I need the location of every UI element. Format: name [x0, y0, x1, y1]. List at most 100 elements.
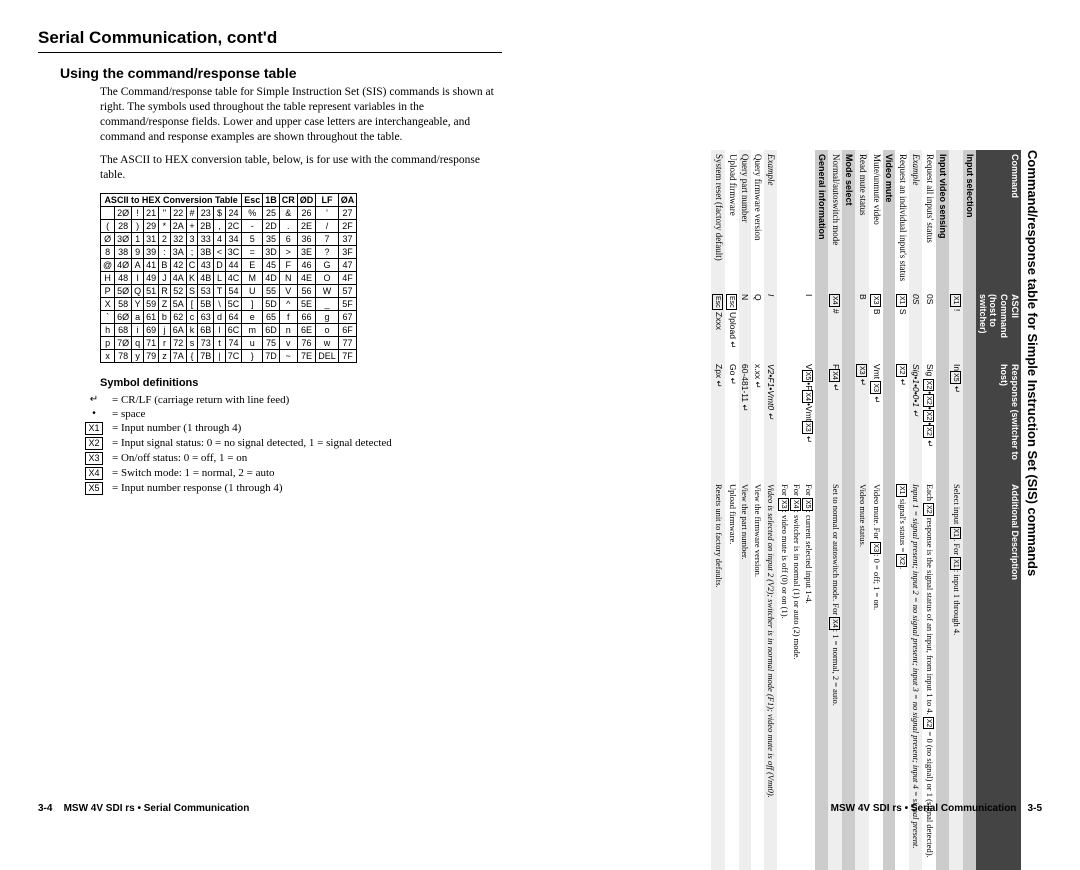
- para-1: The Command/response table for Simple In…: [100, 85, 502, 145]
- hex-cell: T: [214, 284, 226, 297]
- hex-cell: s: [186, 336, 198, 349]
- hex-cell: *: [159, 219, 171, 232]
- symbol-key: X1: [80, 421, 108, 436]
- hex-cell: 65: [263, 310, 280, 323]
- sis-response: Sig X2•X2•X2•X2 ↵: [922, 360, 936, 480]
- sis-command: Query firmware version: [751, 150, 764, 290]
- hex-cell: /: [316, 219, 339, 232]
- sis-description: Resets unit to factory defaults.: [711, 480, 725, 870]
- symbol-def: = CR/LF (carriage return with line feed): [108, 393, 396, 407]
- sis-response: Vmt X3 ↵: [869, 360, 883, 480]
- hex-cell: 62: [170, 310, 186, 323]
- hex-cell: 64: [225, 310, 242, 323]
- hex-cell: 33: [198, 232, 214, 245]
- hex-cell: z: [159, 349, 171, 362]
- hex-cell: @: [101, 258, 115, 271]
- sis-ascii: Q: [751, 290, 764, 360]
- hex-cell: 3F: [338, 245, 357, 258]
- hex-cell: 6E: [297, 323, 316, 336]
- sis-command: Read mute status: [855, 150, 869, 290]
- hex-cell: 9: [132, 245, 144, 258]
- hex-cell: 71: [144, 336, 159, 349]
- hex-cell: :: [159, 245, 171, 258]
- hex-cell: 6: [279, 232, 297, 245]
- hex-cell: R: [159, 284, 171, 297]
- hex-cell: 27: [338, 206, 357, 219]
- hex-cell: y: [132, 349, 144, 362]
- hex-cell: 79: [144, 349, 159, 362]
- hex-cell: 7F: [338, 349, 357, 362]
- sis-ascii: I: [777, 290, 815, 360]
- symbol-key: ↵: [80, 393, 108, 407]
- hex-cell: a: [132, 310, 144, 323]
- hex-cell: 4E: [297, 271, 316, 284]
- hex-cell: 34: [225, 232, 242, 245]
- sis-ascii: X3 B: [869, 290, 883, 360]
- hex-cell: 53: [198, 284, 214, 297]
- hex-cell: 6A: [170, 323, 186, 336]
- hex-cell: w: [316, 336, 339, 349]
- sis-ascii: X4 #: [828, 290, 842, 360]
- hex-cell: 4C: [225, 271, 242, 284]
- hex-cell: `: [101, 310, 115, 323]
- hex-cell: #: [186, 206, 198, 219]
- hex-cell: 22: [170, 206, 186, 219]
- hex-cell: 5F: [338, 297, 357, 310]
- hex-cell: +: [186, 219, 198, 232]
- hex-cell: 39: [144, 245, 159, 258]
- hex-cell: 44: [225, 258, 242, 271]
- hex-cell: 58: [115, 297, 132, 310]
- sis-command: Request all inputs' status: [922, 150, 936, 290]
- hex-cell: N: [279, 271, 297, 284]
- hex-cell: 54: [225, 284, 242, 297]
- hex-cell: 3B: [198, 245, 214, 258]
- hex-cell: h: [101, 323, 115, 336]
- sis-ascii: I: [764, 290, 777, 360]
- hex-cell: 52: [170, 284, 186, 297]
- hex-cell: Y: [132, 297, 144, 310]
- sis-command: [777, 150, 815, 290]
- hex-cell: 36: [297, 232, 316, 245]
- hex-cell: 4F: [338, 271, 357, 284]
- hex-cell: P: [101, 284, 115, 297]
- hex-cell: p: [101, 336, 115, 349]
- hex-cell: 2E: [297, 219, 316, 232]
- sis-response: Sig•1•0•0•1 ↵: [909, 360, 922, 480]
- hex-cell: f: [279, 310, 297, 323]
- hex-cell: 78: [115, 349, 132, 362]
- hex-cell: 73: [198, 336, 214, 349]
- hex-cell: G: [316, 258, 339, 271]
- hex-cell: 59: [144, 297, 159, 310]
- hex-cell: 67: [338, 310, 357, 323]
- sis-command: [949, 150, 963, 290]
- hex-cell: 2Ø: [115, 206, 132, 219]
- symbol-definitions-title: Symbol definitions: [100, 377, 502, 389]
- sis-command: Example: [764, 150, 777, 290]
- sis-description: View the part number.: [739, 480, 752, 870]
- sis-description: Upload firmware.: [725, 480, 739, 870]
- hex-cell: 6D: [263, 323, 280, 336]
- hex-cell: _: [316, 297, 339, 310]
- hex-cell: U: [242, 284, 263, 297]
- right-page: Command/response table for Simple Instru…: [540, 0, 1080, 834]
- sis-ascii: 0S: [922, 290, 936, 360]
- hex-cell: 29: [144, 219, 159, 232]
- hex-cell: I: [132, 271, 144, 284]
- hex-cell: n: [279, 323, 297, 336]
- hex-cell: 8: [101, 245, 115, 258]
- hex-cell: Q: [132, 284, 144, 297]
- hex-cell: 68: [115, 323, 132, 336]
- hex-cell: %: [242, 206, 263, 219]
- hex-cell: <: [214, 245, 226, 258]
- hex-cell: u: [242, 336, 263, 349]
- hex-cell: A: [132, 258, 144, 271]
- hex-cell: 5C: [225, 297, 242, 310]
- sis-response: Go ↵: [725, 360, 739, 480]
- hex-cell: 3Ø: [115, 232, 132, 245]
- hex-cell: Ø: [101, 232, 115, 245]
- hex-cell: 37: [338, 232, 357, 245]
- hex-cell: 77: [338, 336, 357, 349]
- hex-cell: g: [316, 310, 339, 323]
- hex-cell: O: [316, 271, 339, 284]
- hex-cell: E: [242, 258, 263, 271]
